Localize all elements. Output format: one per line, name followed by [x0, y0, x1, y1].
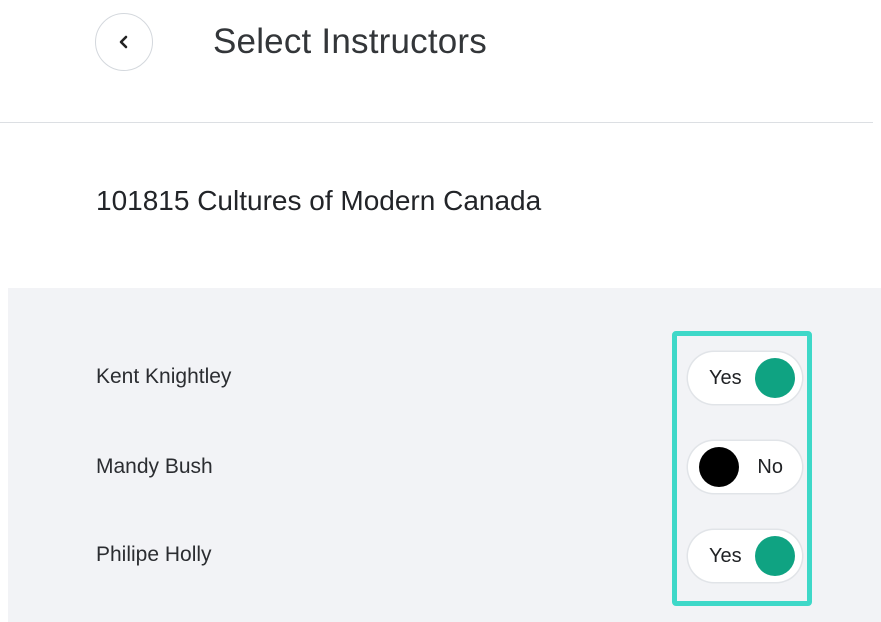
toggle-label: Yes [709, 545, 742, 567]
instructor-toggle[interactable]: No [688, 441, 802, 493]
instructor-name: Mandy Bush [96, 455, 213, 478]
chevron-left-icon [118, 35, 130, 49]
instructor-toggle[interactable]: Yes [688, 530, 802, 582]
instructor-name: Kent Knightley [96, 365, 232, 388]
instructor-list-panel: Kent Knightley Yes Mandy Bush No Philipe… [8, 288, 881, 622]
instructor-name: Philipe Holly [96, 543, 212, 566]
page-title: Select Instructors [213, 22, 487, 61]
instructor-toggle[interactable]: Yes [688, 352, 802, 404]
toggle-knob [755, 536, 795, 576]
header: Select Instructors [0, 0, 873, 123]
toggle-knob [699, 447, 739, 487]
toggle-knob [755, 358, 795, 398]
toggle-label: Yes [709, 367, 742, 389]
toggle-label: No [757, 456, 783, 478]
back-button[interactable] [95, 13, 153, 71]
course-title: 101815 Cultures of Modern Canada [96, 185, 542, 216]
